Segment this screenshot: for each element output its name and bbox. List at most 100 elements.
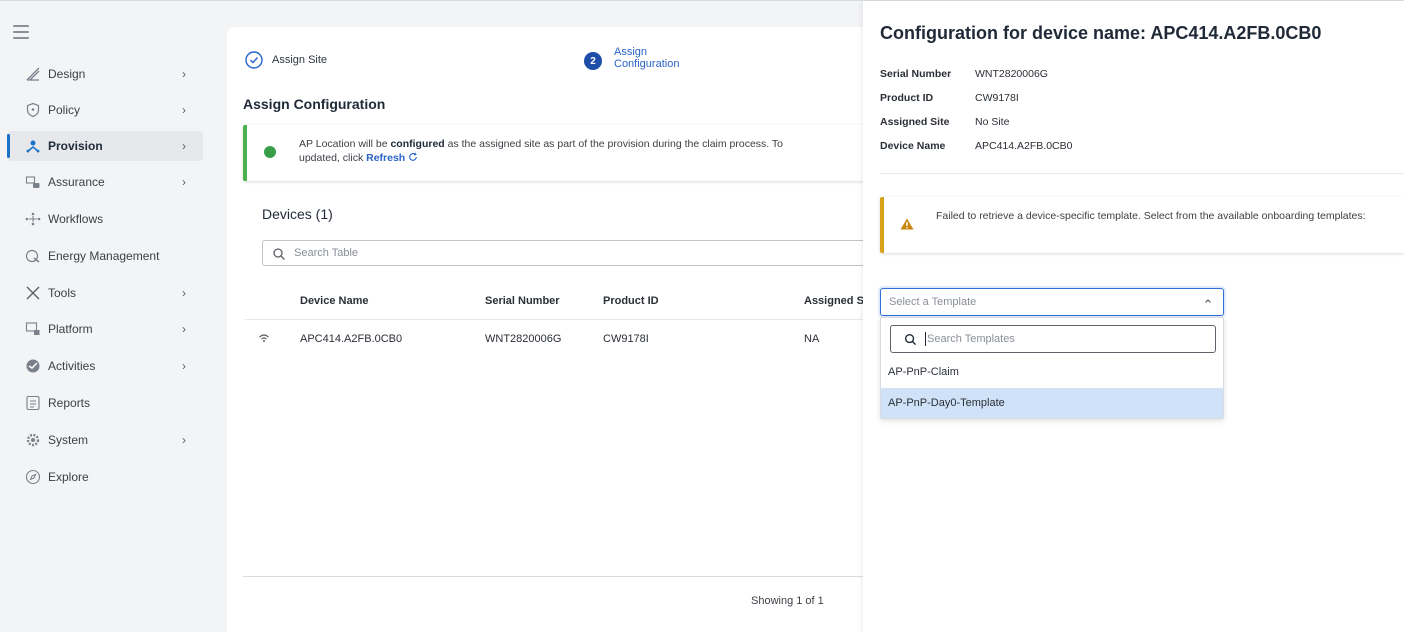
sidebar-item-label: Platform [48,322,93,336]
sidebar-item-label: Provision [48,139,103,153]
sidebar-item-label: Explore [48,470,89,484]
text-cursor [925,332,926,346]
template-dropdown: Search Templates AP-PnP-Claim AP-PnP-Day… [880,317,1224,419]
chevron-right-icon: › [182,175,186,189]
detail-key-device-name: Device Name [880,140,946,152]
chevron-right-icon: › [182,286,186,300]
sidebar-item-label: Activities [48,359,96,373]
sidebar-item-system[interactable]: System › [7,425,203,455]
main-panel: Assign Site 2 Assign Configuration Assig… [227,27,867,632]
pagination-status: Showing 1 of 1 [751,595,824,607]
assurance-icon [25,176,40,188]
sidebar-item-activities[interactable]: Activities › [7,351,203,381]
sidebar-item-assurance[interactable]: Assurance › [7,167,203,197]
energy-icon [25,249,40,263]
sidebar-item-design[interactable]: Design › [7,59,203,89]
sidebar-item-platform[interactable]: Platform › [7,314,203,344]
drawer-title: Configuration for device name: APC414.A2… [880,23,1322,43]
sidebar-item-label: System [48,433,89,447]
chevron-right-icon: › [182,67,186,81]
search-placeholder: Search Table [294,247,359,259]
detail-value-assigned-site: No Site [975,116,1010,128]
search-icon [904,333,917,346]
chevron-up-icon [1205,299,1211,303]
info-alert: AP Location will be configured as the as… [243,125,867,181]
step-assign-configuration[interactable]: Assign Configuration [614,46,714,70]
cell-device-name: APC414.A2FB.0CB0 [300,333,403,345]
provision-icon [26,140,40,153]
warning-icon [900,218,914,230]
chevron-right-icon: › [182,103,186,117]
option-label: AP-PnP-Claim [888,366,959,378]
sidebar: Design › Policy › Provision › Assurance … [0,1,210,632]
cell-serial-number: WNT2820006G [485,333,562,345]
chevron-right-icon: › [182,322,186,336]
chevron-right-icon: › [182,359,186,373]
option-ap-pnp-day0-template[interactable]: AP-PnP-Day0-Template [881,388,1223,418]
shield-icon [26,102,40,118]
reports-icon [26,395,40,411]
search-icon [273,248,285,260]
compass-icon [25,469,41,485]
sidebar-item-label: Reports [48,396,91,410]
warning-alert: Failed to retrieve a device-specific tem… [880,197,1404,253]
stepper: Assign Site 2 Assign Configuration [245,45,865,85]
activities-icon [26,359,40,373]
sidebar-item-workflows[interactable]: Workflows [7,204,203,234]
devices-title: Devices (1) [262,206,333,222]
detail-key-serial-number: Serial Number [880,68,952,80]
alert-bold-text: configured [390,138,445,150]
detail-value-serial-number: WNT2820006G [975,68,1048,80]
cell-product-id: CW9178I [603,333,649,345]
column-header-device-name[interactable]: Device Name [300,295,369,307]
sidebar-item-label: Workflows [48,212,104,226]
column-header-assigned-site[interactable]: Assigned S [804,295,864,307]
detail-key-product-id: Product ID [880,92,934,104]
column-header-serial-number[interactable]: Serial Number [485,295,560,307]
sidebar-item-explore[interactable]: Explore [7,462,203,492]
hamburger-menu-icon[interactable] [13,25,29,39]
sidebar-item-policy[interactable]: Policy › [7,95,203,125]
detail-value-product-id: CW9178I [975,92,1019,104]
configuration-drawer: Configuration for device name: APC414.A2… [863,1,1404,632]
alert-text: as the assigned site as part of the prov… [444,138,784,150]
select-placeholder: Select a Template [889,296,977,308]
refresh-link[interactable]: Refresh [366,152,405,164]
chevron-right-icon: › [182,433,186,447]
sidebar-item-label: Policy [48,103,81,117]
template-select[interactable]: Select a Template [880,288,1224,316]
sidebar-item-label: Design [48,67,86,81]
gear-icon [26,433,40,447]
alert-text: AP Location will be [299,138,391,150]
table-footer-divider [243,576,867,577]
option-ap-pnp-claim[interactable]: AP-PnP-Claim [881,357,1223,387]
sidebar-item-label: Energy Management [48,249,160,263]
alert-message: AP Location will be configured as the as… [299,137,871,165]
warning-message: Failed to retrieve a device-specific tem… [936,210,1366,222]
sidebar-item-energy-management[interactable]: Energy Management [7,241,203,271]
search-table-input[interactable]: Search Table [262,240,867,266]
sidebar-item-label: Tools [48,286,77,300]
search-templates-input[interactable]: Search Templates [890,325,1216,353]
sidebar-item-provision[interactable]: Provision › [7,131,203,161]
header-divider [245,319,867,320]
detail-value-device-name: APC414.A2FB.0CB0 [975,140,1073,152]
step-assign-site[interactable]: Assign Site [272,54,327,66]
platform-icon [25,322,40,335]
tools-icon [26,286,40,300]
drawer-divider [880,173,1404,174]
refresh-icon[interactable] [408,152,418,162]
design-icon [26,67,40,81]
detail-key-assigned-site: Assigned Site [880,116,950,128]
wifi-icon [259,334,269,342]
cell-assigned-site: NA [804,333,820,345]
sidebar-item-label: Assurance [48,175,105,189]
sidebar-item-reports[interactable]: Reports [7,388,203,418]
sidebar-item-tools[interactable]: Tools › [7,278,203,308]
alert-text: updated, click [299,152,367,164]
column-header-product-id[interactable]: Product ID [603,295,659,307]
chevron-right-icon: › [182,139,186,153]
workflow-icon [25,212,41,226]
step-number-badge: 2 [584,52,602,70]
option-label: AP-PnP-Day0-Template [888,397,1005,409]
